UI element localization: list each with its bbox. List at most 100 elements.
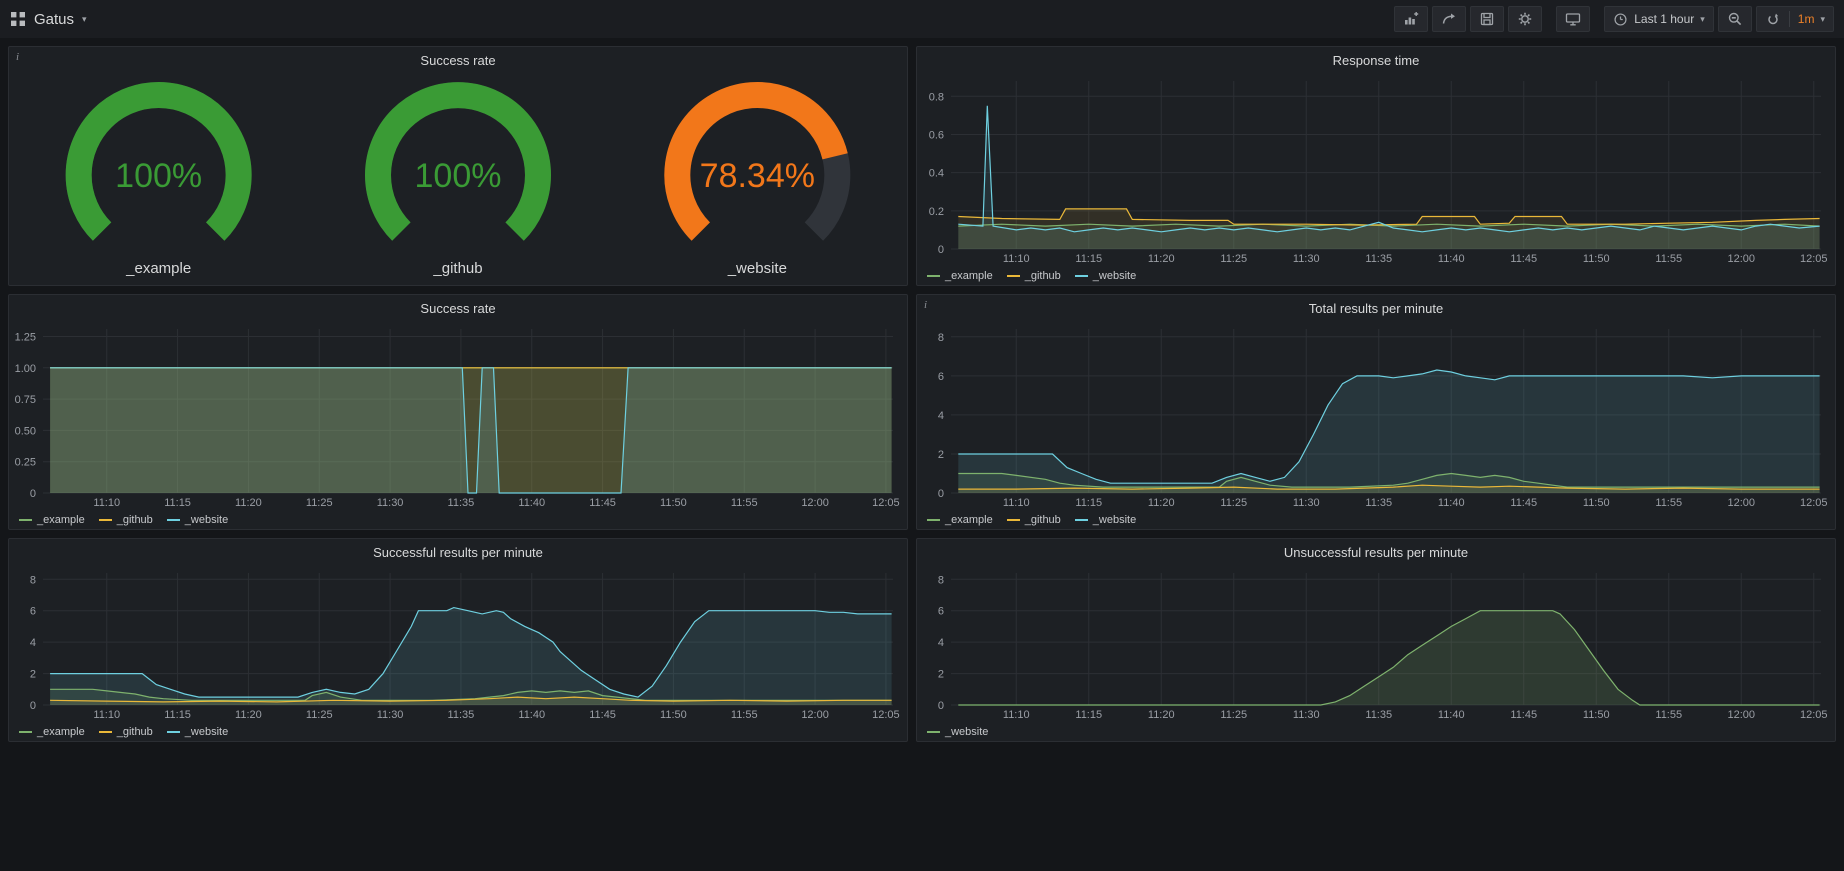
x-tick-label: 11:40 (518, 709, 545, 721)
panel-title-text: Unsuccessful results per minute (1284, 545, 1468, 560)
zoom-out-icon (1727, 11, 1743, 27)
y-tick-label: 0.6 (929, 129, 944, 141)
x-tick-label: 11:55 (1655, 497, 1682, 509)
panel-title[interactable]: Total results per minute (917, 295, 1835, 321)
x-tick-label: 11:30 (1293, 709, 1320, 721)
y-tick-label: 0 (938, 244, 944, 256)
legend-swatch (99, 731, 112, 733)
info-icon[interactable]: i (16, 51, 19, 63)
y-tick-label: 6 (938, 371, 944, 383)
successful-results-chart: 11:1011:1511:2011:2511:3011:3511:4011:45… (9, 565, 907, 741)
time-range-button[interactable]: Last 1 hour ▾ (1604, 6, 1714, 32)
settings-button[interactable] (1508, 6, 1542, 32)
panel-success-rate-gauges: i Success rate 100%_example100%_github78… (8, 46, 908, 286)
panel-title[interactable]: Response time (917, 47, 1835, 73)
share-button[interactable] (1432, 6, 1466, 32)
legend-item-_example[interactable]: _example (19, 514, 85, 526)
x-tick-label: 11:30 (1293, 497, 1320, 509)
dashboard-grid-icon[interactable] (10, 11, 26, 27)
x-tick-label: 11:20 (1148, 709, 1175, 721)
x-tick-label: 12:05 (1800, 497, 1828, 509)
navbar-left: Gatus ▾ (10, 11, 87, 28)
x-tick-label: 11:40 (1438, 497, 1465, 509)
panel-title[interactable]: Success rate (9, 295, 907, 321)
x-tick-label: 11:45 (1510, 253, 1537, 265)
x-tick-label: 11:15 (1075, 253, 1102, 265)
time-range-label: Last 1 hour (1634, 12, 1694, 26)
x-tick-label: 12:00 (801, 709, 829, 721)
x-tick-label: 11:55 (731, 709, 758, 721)
time-series-plot[interactable]: 11:1011:1511:2011:2511:3011:3511:4011:45… (9, 565, 907, 723)
save-button[interactable] (1470, 6, 1504, 32)
gauge-label: _github (432, 260, 482, 277)
add-panel-button[interactable] (1394, 6, 1428, 32)
x-tick-label: 12:05 (1800, 253, 1828, 265)
panel-title[interactable]: Success rate (9, 47, 907, 73)
y-tick-label: 0 (938, 700, 944, 712)
x-tick-label: 11:30 (377, 497, 404, 509)
time-series-plot[interactable]: 11:1011:1511:2011:2511:3011:3511:4011:45… (917, 73, 1835, 267)
y-tick-label: 0 (30, 700, 36, 712)
x-tick-label: 11:10 (1003, 253, 1030, 265)
caret-down-icon[interactable]: ▾ (82, 14, 87, 25)
legend-swatch (167, 731, 180, 733)
legend-item-_website[interactable]: _website (167, 726, 228, 738)
x-tick-label: 11:15 (164, 709, 191, 721)
x-tick-label: 12:00 (1727, 497, 1755, 509)
panel-title[interactable]: Unsuccessful results per minute (917, 539, 1835, 565)
legend-swatch (1007, 519, 1020, 521)
x-tick-label: 12:05 (872, 497, 900, 509)
y-tick-label: 0.8 (929, 91, 944, 103)
gauge-value: 100% (415, 157, 502, 195)
unsuccessful-results-chart: 11:1011:1511:2011:2511:3011:3511:4011:45… (917, 565, 1835, 741)
grafana-dashboard: Gatus ▾ (0, 0, 1844, 871)
panel-unsuccessful-results: i Unsuccessful results per minute 11:101… (916, 538, 1836, 742)
gauge-value: 100% (115, 157, 202, 195)
panel-title[interactable]: Successful results per minute (9, 539, 907, 565)
info-icon[interactable]: i (924, 299, 927, 311)
legend-item-_github[interactable]: _github (1007, 270, 1061, 282)
legend-item-_github[interactable]: _github (99, 726, 153, 738)
panel-total-results: i Total results per minute 11:1011:1511:… (916, 294, 1836, 530)
y-tick-label: 0.25 (15, 457, 36, 469)
time-series-plot[interactable]: 11:1011:1511:2011:2511:3011:3511:4011:45… (917, 321, 1835, 511)
legend-item-_website[interactable]: _website (927, 726, 988, 738)
x-tick-label: 11:40 (518, 497, 545, 509)
legend-swatch (1075, 275, 1088, 277)
x-tick-label: 11:25 (306, 497, 333, 509)
save-icon (1479, 11, 1495, 27)
x-tick-label: 11:55 (1655, 709, 1682, 721)
y-tick-label: 1.00 (15, 363, 36, 375)
legend-swatch (927, 519, 940, 521)
chart-legend: _example _github _website (9, 723, 907, 741)
y-tick-label: 2 (938, 449, 944, 461)
tv-mode-button[interactable] (1556, 6, 1590, 32)
x-tick-label: 11:10 (1003, 497, 1030, 509)
refresh-button[interactable]: 1m ▾ (1756, 6, 1834, 32)
x-tick-label: 12:05 (872, 709, 900, 721)
gauge-label: _example (125, 260, 191, 277)
dashboard-title[interactable]: Gatus (34, 11, 74, 28)
legend-item-_website[interactable]: _website (167, 514, 228, 526)
legend-item-_github[interactable]: _github (1007, 514, 1061, 526)
x-tick-label: 11:35 (1365, 709, 1392, 721)
x-tick-label: 11:40 (1438, 709, 1465, 721)
chart-legend: _website (917, 723, 1835, 741)
legend-item-_website[interactable]: _website (1075, 270, 1136, 282)
legend-item-_website[interactable]: _website (1075, 514, 1136, 526)
button-divider (1789, 11, 1790, 27)
legend-item-_github[interactable]: _github (99, 514, 153, 526)
legend-item-_example[interactable]: _example (927, 270, 993, 282)
y-tick-label: 0.50 (15, 425, 36, 437)
time-series-plot[interactable]: 11:1011:1511:2011:2511:3011:3511:4011:45… (917, 565, 1835, 723)
y-tick-label: 8 (30, 574, 36, 586)
legend-item-_example[interactable]: _example (927, 514, 993, 526)
y-tick-label: 2 (938, 669, 944, 681)
zoom-out-button[interactable] (1718, 6, 1752, 32)
share-icon (1441, 11, 1457, 27)
legend-item-_example[interactable]: _example (19, 726, 85, 738)
panel-title-text: Total results per minute (1309, 301, 1443, 316)
gauge-chart: 100%_example100%_github78.34%_website (9, 73, 907, 285)
y-tick-label: 4 (938, 410, 944, 422)
time-series-plot[interactable]: 11:1011:1511:2011:2511:3011:3511:4011:45… (9, 321, 907, 511)
